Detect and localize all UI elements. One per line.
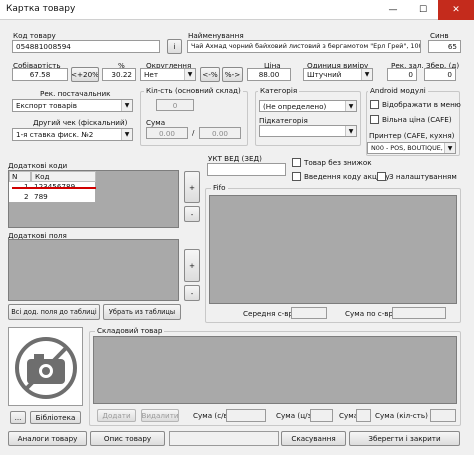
save-and-close-button[interactable]: Зберегти і закрити [349, 431, 460, 446]
supplier-label: Рек. постачальник [40, 89, 111, 98]
chevron-down-icon: ▼ [361, 69, 372, 80]
product-image[interactable] [8, 327, 83, 406]
composite-qty-label: Сума (кіл-сть) [375, 411, 428, 420]
sum-cost-label: Сума по с-врт [345, 309, 398, 318]
rounding-select[interactable]: Нет ▼ [140, 68, 196, 81]
composite-delete-button[interactable]: Видалити [141, 409, 179, 422]
additional-codes-table: N Код 1 123456789 2 789 [8, 170, 179, 228]
product-info-button[interactable]: i [167, 39, 182, 54]
composite-title: Складовий товар [95, 326, 165, 335]
fiscal-check-select[interactable]: 1-я ставка фиск. №2 ▼ [12, 128, 133, 141]
fifo-table [209, 195, 457, 304]
category-label: Категорія [258, 86, 300, 95]
stock-sum-separator: / [192, 128, 195, 137]
percent-input[interactable]: 30.22 [102, 68, 136, 81]
product-code-label: Код товару [13, 31, 56, 40]
product-name-label: Найменування [188, 31, 244, 40]
subcategory-select[interactable]: ▼ [259, 125, 357, 137]
composite-sum-field [310, 409, 333, 422]
title-bar: Картка товару — ☐ ✕ [0, 0, 474, 20]
table-row[interactable]: 2 789 [9, 192, 96, 202]
stock-sum-label: Сума [146, 118, 166, 127]
remove-field-button[interactable]: - [184, 285, 200, 301]
chevron-down-icon: ▼ [184, 69, 195, 80]
composite-cost-label: Сума (с/в) [193, 411, 231, 420]
reserve-input[interactable]: 0 [387, 68, 417, 81]
composite-qty-field [430, 409, 456, 422]
additional-codes-title: Додаткові коди [8, 161, 68, 170]
fifo-title: Fifo [211, 183, 228, 192]
chevron-down-icon: ▼ [121, 129, 132, 140]
close-button[interactable]: ✕ [438, 0, 474, 20]
remove-code-button[interactable]: - [184, 206, 200, 222]
more-image-button[interactable]: ... [10, 411, 26, 424]
unit-select[interactable]: Штучний ▼ [303, 68, 373, 81]
stock-qty-field: 0 [156, 99, 194, 111]
avg-cost-label: Середня с-врт [243, 309, 298, 318]
minimize-button[interactable]: — [378, 0, 408, 20]
checkbox-box [292, 172, 301, 181]
checkbox-box [370, 115, 379, 124]
subcategory-label: Підкатегорія [259, 116, 308, 125]
product-code-input[interactable]: 054881008594 [12, 40, 160, 53]
category-select[interactable]: (Не определено) ▼ [259, 100, 357, 112]
printer-select[interactable]: N00 - POS, BOUTIQUE, ... ▼ [367, 142, 456, 154]
description-button[interactable]: Опис товару [90, 431, 165, 446]
footer-status-field [169, 431, 279, 446]
cancel-button[interactable]: Скасування [281, 431, 346, 446]
android-group-title: Android модулі [368, 86, 428, 95]
no-photo-icon [15, 337, 77, 399]
avg-cost-field [291, 307, 327, 319]
col-n-header: N [9, 171, 31, 182]
sync-input[interactable]: 65 [428, 40, 461, 53]
stock-group-title: Кіл-сть (основний склад) [144, 86, 243, 95]
cost-input[interactable]: 67.58 [12, 68, 68, 81]
composite-total-field [356, 409, 371, 422]
checkbox-box [377, 172, 386, 181]
show-in-menu-checkbox[interactable]: Відображати в меню [370, 100, 461, 109]
row-code: 789 [34, 192, 48, 201]
price-input[interactable]: 88.00 [247, 68, 291, 81]
composite-sum-label: Сума (ц/з) [276, 411, 315, 420]
product-name-input[interactable]: Чай Ахмад чорний байховий листовий з бер… [187, 40, 421, 53]
chevron-down-icon: ▼ [345, 101, 356, 111]
excise-code-checkbox[interactable]: Введення коду акцизу [292, 172, 390, 181]
fiscal-check-label: Другий чек (фіскальний) [33, 118, 128, 127]
chevron-down-icon: ▼ [345, 126, 356, 136]
composite-add-button[interactable]: Додати [97, 409, 136, 422]
add-field-button[interactable]: + [184, 249, 200, 282]
analogs-button[interactable]: Аналоги товару [8, 431, 87, 446]
composite-table [93, 336, 457, 404]
uktzed-input[interactable] [207, 163, 286, 176]
chevron-down-icon: ▼ [121, 100, 132, 111]
additional-fields-table [8, 239, 179, 301]
no-discount-checkbox[interactable]: Товар без знижок [292, 158, 372, 167]
add-code-button[interactable]: + [184, 171, 200, 203]
storage-days-input[interactable]: 0 [424, 68, 456, 81]
supplier-select[interactable]: Експорт товарів ▼ [12, 99, 133, 112]
price-minus-button[interactable]: <-% [200, 67, 220, 82]
red-underline-annotation [12, 187, 96, 189]
printer-label: Принтер (CAFE, кухня) [369, 131, 455, 140]
price-plus-button[interactable]: %-> [222, 67, 243, 82]
sync-label: Синв [430, 31, 449, 40]
window-title: Картка товару [6, 4, 76, 14]
composite-cost-field [226, 409, 266, 422]
maximize-button[interactable]: ☐ [408, 0, 438, 20]
remove-from-table-button[interactable]: Убрать из таблицы [103, 304, 181, 320]
plus20-button[interactable]: <+20% [71, 67, 99, 82]
from-settings-checkbox[interactable]: З налаштуванням [377, 172, 457, 181]
free-price-checkbox[interactable]: Вільна ціна (CAFE) [370, 115, 452, 124]
uktzed-label: УКТ ВЕД (ЗЕД) [208, 154, 262, 163]
chevron-down-icon: ▼ [444, 143, 455, 153]
sum-cost-field [392, 307, 446, 319]
checkbox-box [370, 100, 379, 109]
col-code-header: Код [31, 171, 96, 182]
library-button[interactable]: Бібліотека [30, 411, 81, 424]
stock-sum-field-2: 0.00 [199, 127, 241, 139]
stock-sum-field-1: 0.00 [146, 127, 188, 139]
all-fields-to-table-button[interactable]: Всі дод. поля до таблиці [8, 304, 100, 320]
checkbox-box [292, 158, 301, 167]
row-number: 2 [24, 192, 29, 201]
